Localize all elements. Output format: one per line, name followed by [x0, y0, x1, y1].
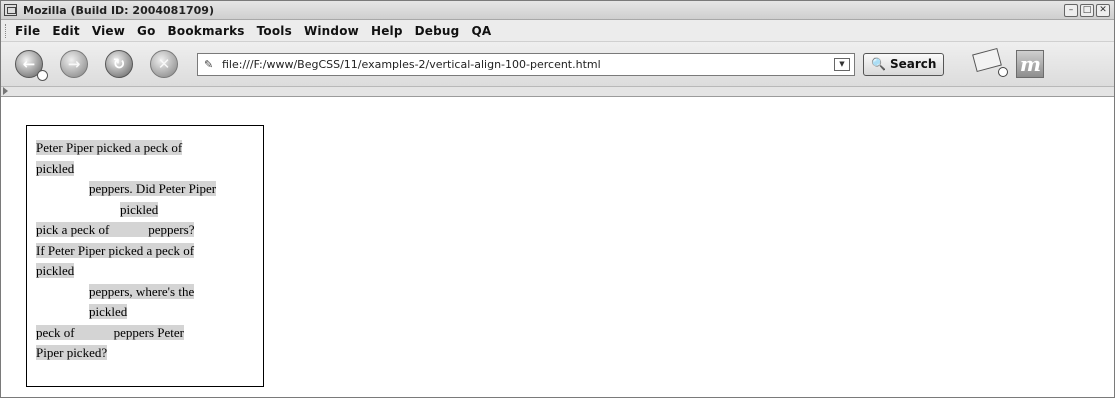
highlighted-text: peppers. Did Peter Piper	[89, 181, 217, 196]
reload-button[interactable]: ↻	[105, 50, 133, 78]
collapse-toolbar-icon[interactable]	[3, 87, 8, 95]
menu-go[interactable]: Go	[137, 24, 156, 38]
demo-paragraph-box: Peter Piper picked a peck of pickled peppe…	[26, 125, 264, 387]
forward-arrow-icon: →	[67, 55, 81, 73]
navigation-toolbar: ← → ↻ ✕ ✎ file:///F:/www/BegCSS/11/examp…	[1, 42, 1114, 87]
demo-paragraph: Peter Piper picked a peck of pickled peppe…	[36, 138, 255, 364]
stop-button[interactable]: ✕	[150, 50, 178, 78]
menu-qa[interactable]: QA	[471, 24, 491, 38]
url-bar[interactable]: ✎ file:///F:/www/BegCSS/11/examples-2/ve…	[197, 52, 855, 76]
minimize-button[interactable]: –	[1064, 3, 1078, 17]
stop-icon: ✕	[157, 55, 171, 73]
back-history-dropdown-icon[interactable]	[37, 70, 48, 81]
search-icon: 🔍	[871, 57, 886, 71]
highlighted-text: pickled	[36, 160, 75, 176]
text-line: pickled	[36, 159, 255, 180]
menu-edit[interactable]: Edit	[52, 24, 79, 38]
print-mail-icon[interactable]	[972, 47, 1009, 77]
text-line: If Peter Piper picked a peck of	[36, 241, 255, 262]
menu-tools[interactable]: Tools	[257, 24, 292, 38]
text-line: peppers. Did Peter Piper	[36, 179, 255, 200]
title-bar[interactable]: Mozilla (Build ID: 2004081709) – □ ✕	[1, 1, 1114, 20]
menu-help[interactable]: Help	[371, 24, 403, 38]
highlighted-text: Piper picked?	[36, 345, 108, 360]
menu-view[interactable]: View	[92, 24, 125, 38]
back-arrow-icon: ←	[22, 55, 36, 73]
menu-window[interactable]: Window	[304, 24, 359, 38]
search-button[interactable]: 🔍 Search	[863, 52, 945, 76]
highlighted-text: pick a peck of peppers?	[36, 222, 195, 237]
text-line: peppers, where's the	[36, 282, 255, 303]
highlighted-text: peck of peppers Peter	[36, 324, 185, 340]
highlighted-text: peppers, where's the	[89, 283, 195, 299]
page-content: Peter Piper picked a peck of pickled peppe…	[1, 124, 1114, 397]
highlighted-text: pickled	[36, 263, 75, 278]
text-line: Piper picked?	[36, 343, 255, 364]
window-title: Mozilla (Build ID: 2004081709)	[23, 3, 214, 17]
page-proxy-icon[interactable]: ✎	[204, 58, 218, 71]
back-button[interactable]: ←	[15, 50, 48, 81]
reload-icon: ↻	[112, 55, 126, 73]
text-line: pickled	[36, 302, 255, 323]
text-line: Peter Piper picked a peck of	[36, 138, 255, 159]
text-line: pickled	[36, 261, 255, 282]
menu-debug[interactable]: Debug	[415, 24, 460, 38]
window-controls: – □ ✕	[1064, 3, 1110, 17]
highlighted-text: Peter Piper picked a peck of	[36, 140, 183, 155]
close-button[interactable]: ✕	[1096, 3, 1110, 17]
menu-bookmarks[interactable]: Bookmarks	[168, 24, 245, 38]
highlighted-text: pickled	[89, 304, 128, 319]
app-icon[interactable]	[4, 4, 17, 16]
text-line: pick a peck of peppers?	[36, 220, 255, 241]
throbber-logo[interactable]: m	[1016, 50, 1045, 78]
forward-button[interactable]: →	[60, 50, 88, 78]
mail-dropdown-icon[interactable]	[998, 67, 1009, 77]
browser-window: Mozilla (Build ID: 2004081709) – □ ✕ Fil…	[0, 0, 1115, 398]
text-line: peck of peppers Peter	[36, 323, 255, 344]
url-input[interactable]: file:///F:/www/BegCSS/11/examples-2/vert…	[222, 58, 834, 71]
maximize-button[interactable]: □	[1080, 3, 1094, 17]
search-button-label: Search	[889, 57, 937, 71]
toolbar-grip[interactable]	[5, 23, 9, 38]
highlighted-text: If Peter Piper picked a peck of	[36, 242, 195, 258]
menu-file[interactable]: File	[15, 24, 40, 38]
menu-bar: File Edit View Go Bookmarks Tools Window…	[1, 20, 1114, 42]
highlighted-text: pickled	[120, 201, 159, 217]
url-history-dropdown-icon[interactable]: ▼	[834, 57, 850, 71]
tab-strip	[1, 87, 1114, 97]
text-line: pickled	[36, 200, 255, 221]
